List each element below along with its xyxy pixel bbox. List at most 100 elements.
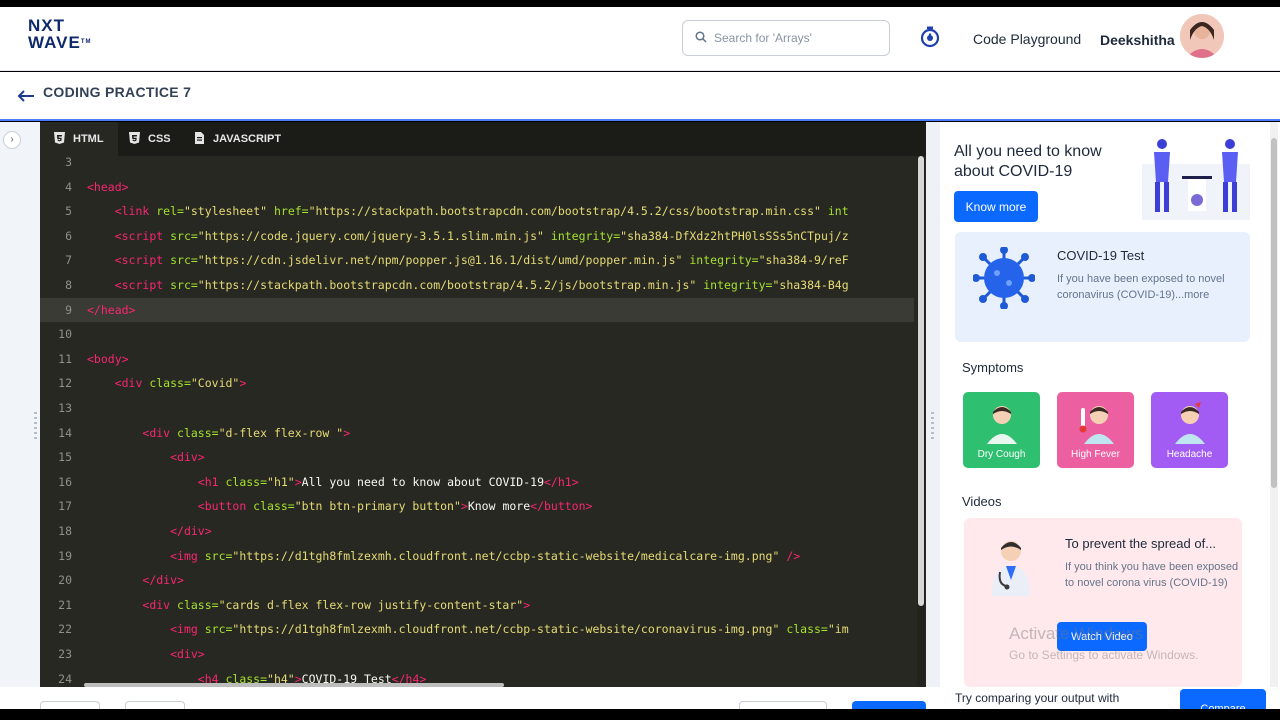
bottom-toolbar: Try comparing your output with Compare <box>0 687 1280 709</box>
symptom-label: Headache <box>1166 449 1213 460</box>
medical-care-illustration <box>1142 139 1250 220</box>
scrollbar-thumb[interactable] <box>1271 138 1277 488</box>
user-name[interactable]: Deekshitha <box>1100 32 1175 48</box>
avatar[interactable] <box>1180 14 1224 58</box>
panel-divider[interactable] <box>926 122 940 687</box>
stopwatch-icon[interactable] <box>918 25 942 49</box>
arrow-left-icon[interactable] <box>16 86 36 106</box>
code-token: </div> <box>170 524 212 538</box>
code-token: src= <box>170 253 198 268</box>
code-line[interactable]: 21 <div class="cards d-flex flex-row jus… <box>40 593 914 618</box>
know-more-button[interactable]: Know more <box>954 191 1038 222</box>
line-number: 4 <box>65 179 72 194</box>
code-token: <h1 <box>197 474 226 489</box>
drag-handle-icon[interactable] <box>34 412 37 442</box>
code-line[interactable]: 7 <script src="https://cdn.jsdelivr.net/… <box>40 248 914 273</box>
search-box[interactable] <box>682 20 890 56</box>
symptom-card-dry-cough[interactable]: Dry Cough <box>963 392 1040 468</box>
code-token: > <box>460 499 468 514</box>
code-token: /> <box>786 548 801 563</box>
code-token: "https://code.jquery.com/jquery-3.5.1.sl… <box>197 228 551 243</box>
code-token: > <box>239 376 247 391</box>
code-token: class= <box>786 622 828 637</box>
toolbar-button[interactable] <box>40 701 100 709</box>
code-token: <div <box>142 425 178 440</box>
code-line[interactable]: 10 <box>40 322 914 347</box>
code-line[interactable]: 3 <box>40 156 914 175</box>
code-line[interactable]: 4 <head> <box>40 175 914 200</box>
code-token: integrity= <box>550 228 621 243</box>
code-token: <body> <box>87 351 129 366</box>
code-line[interactable]: 15 <div> <box>40 445 914 470</box>
code-line[interactable]: 9 </head> <box>40 297 914 323</box>
line-number: 7 <box>65 253 72 268</box>
symptom-card-high-fever[interactable]: High Fever <box>1057 392 1134 468</box>
line-number: 12 <box>58 376 72 391</box>
scrollbar-thumb[interactable] <box>918 156 924 606</box>
line-number: 23 <box>58 647 72 661</box>
code-line[interactable]: 20 </div> <box>40 568 914 593</box>
line-number: 20 <box>58 573 72 588</box>
editor-vertical-scrollbar[interactable] <box>917 156 925 687</box>
code-token: src= <box>204 548 233 563</box>
tab-javascript[interactable]: JAVASCRIPT <box>180 122 295 156</box>
coronavirus-icon <box>973 247 1035 309</box>
drag-handle-icon[interactable] <box>931 412 934 442</box>
code-token: rel= <box>156 204 184 219</box>
nxtwave-logo[interactable]: NXT WAVETM <box>28 17 98 61</box>
code-token: <img <box>170 548 205 563</box>
tab-css[interactable]: CSS <box>115 122 185 156</box>
line-number: 6 <box>65 228 72 243</box>
code-line[interactable]: 8 <script src="https://stackpath.bootstr… <box>40 273 914 298</box>
symptom-card-headache[interactable]: Headache <box>1151 392 1228 468</box>
code-token: "btn btn-primary button" <box>294 499 461 514</box>
code-lines[interactable]: 3 4 <head> 5 <link rel="stylesheet" href="h… <box>40 156 914 687</box>
code-line[interactable]: 17 <button class="btn btn-primary button… <box>40 494 914 519</box>
code-token: All you need to know about COVID-19 <box>301 474 544 489</box>
search-input[interactable] <box>714 29 882 47</box>
code-token: "https://stackpath.bootstrapcdn.com/boot… <box>197 278 704 292</box>
html5-icon <box>54 132 65 144</box>
compare-button[interactable]: Compare <box>1180 689 1266 709</box>
high-fever-icon <box>1079 406 1114 444</box>
code-line[interactable]: 23 <div> <box>40 642 914 667</box>
code-line[interactable]: 5 <link rel="stylesheet" href="https://s… <box>40 199 914 224</box>
code-token: <img <box>170 622 205 637</box>
code-line[interactable]: 18 </div> <box>40 519 914 544</box>
code-line[interactable]: 19 <img src="https://d1tgh8fmlzexmh.clou… <box>40 544 914 569</box>
code-line[interactable]: 16 <h1 class="h1">All you need to know a… <box>40 470 914 495</box>
line-number: 13 <box>58 401 72 415</box>
line-number: 14 <box>58 425 72 440</box>
code-token: </button> <box>530 499 593 514</box>
line-number: 9 <box>65 302 72 317</box>
expand-panel-button[interactable]: › <box>3 131 21 149</box>
code-playground-link[interactable]: Code Playground <box>973 31 1081 47</box>
toolbar-button[interactable] <box>739 701 827 709</box>
code-token: "https://stackpath.bootstrapcdn.com/boot… <box>308 204 828 219</box>
code-token: "https://d1tgh8fmlzexmh.cloudfront.net/c… <box>232 622 787 637</box>
tab-html[interactable]: HTML <box>40 122 118 156</box>
code-line[interactable]: 6 <script src="https://code.jquery.com/j… <box>40 224 914 249</box>
code-line[interactable]: 12 <div class="Covid"> <box>40 371 914 396</box>
code-line[interactable]: 11 <body> <box>40 347 914 372</box>
line-number: 10 <box>58 327 72 342</box>
covid-test-title: COVID-19 Test <box>1057 248 1145 263</box>
run-button[interactable] <box>852 701 926 709</box>
code-token: src= <box>204 622 233 637</box>
tab-css-label: CSS <box>148 133 171 145</box>
video-title: To prevent the spread of... <box>1065 536 1217 551</box>
code-line[interactable]: 13 <box>40 396 914 421</box>
code-token: <link <box>114 204 157 219</box>
code-line[interactable]: 14 <div class="d-flex flex-row "> <box>40 421 914 446</box>
line-number: 11 <box>58 351 72 366</box>
preview-scrollbar[interactable] <box>1270 122 1278 687</box>
code-token: class= <box>177 597 219 612</box>
page-title: CODING PRACTICE 7 <box>43 84 192 100</box>
code-token: </head> <box>87 302 136 317</box>
code-line[interactable]: 22 <img src="https://d1tgh8fmlzexmh.clou… <box>40 617 914 642</box>
code-token: class= <box>177 425 219 440</box>
doctor-icon <box>992 541 1030 596</box>
code-editor[interactable]: HTML CSS JAVASCRIPT 3 4 <head> 5 <link rel=… <box>40 122 926 687</box>
code-token: <div <box>142 597 178 612</box>
toolbar-button[interactable] <box>125 701 185 709</box>
